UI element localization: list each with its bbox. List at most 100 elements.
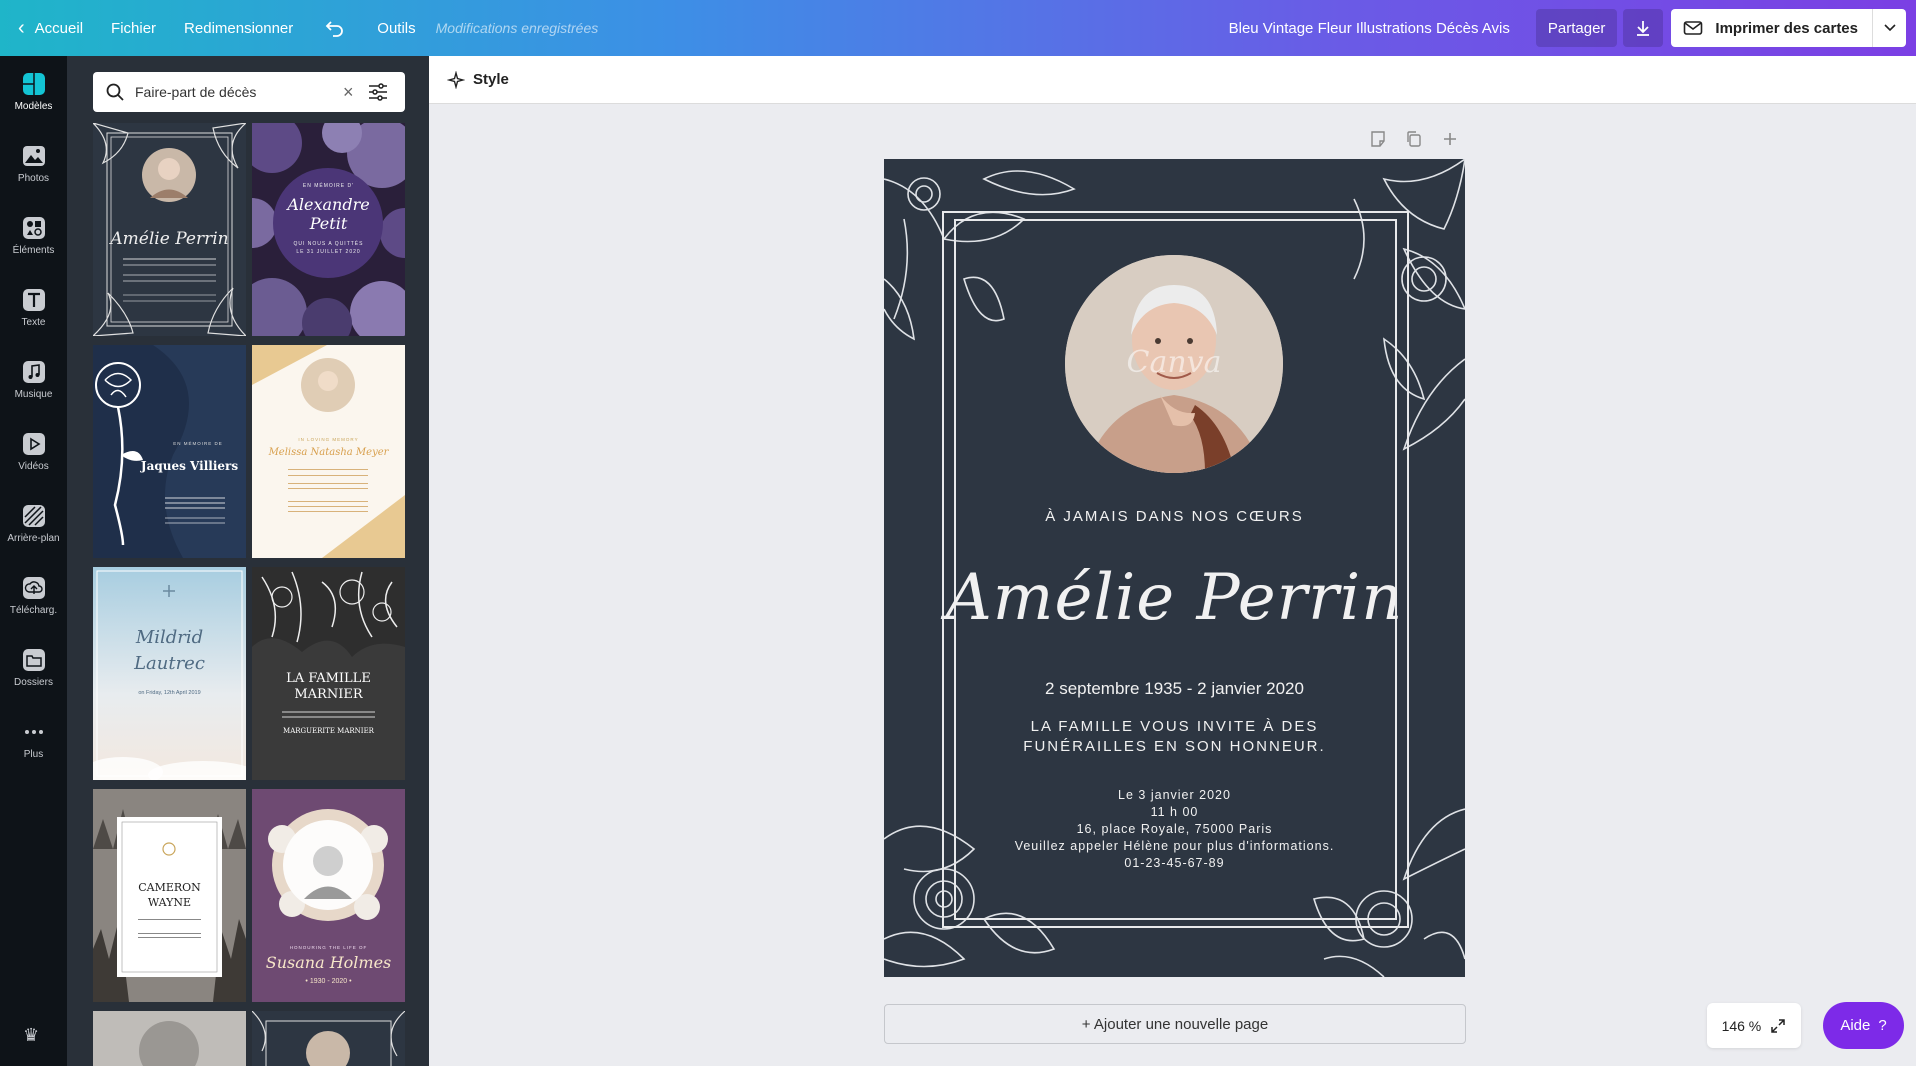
rail-label: Télécharg. <box>9 605 58 616</box>
design-page[interactable]: Canva À JAMAIS DANS NOS CŒURS Amélie Per… <box>884 159 1465 977</box>
detail-phone: 01-23-45-67-89 <box>1124 856 1225 870</box>
card-dates[interactable]: 2 septembre 1935 - 2 janvier 2020 <box>884 679 1465 699</box>
floral-border-icon <box>252 1011 405 1066</box>
detail-date: Le 3 janvier 2020 <box>1118 788 1231 802</box>
share-button[interactable]: Partager <box>1535 9 1618 47</box>
detail-contact: Veuillez appeler Hélène pour plus d'info… <box>1014 839 1335 853</box>
elements-icon <box>22 217 45 239</box>
print-dropdown-button[interactable] <box>1872 9 1906 47</box>
template-text-lines <box>93 605 246 607</box>
search-bar: × <box>93 72 405 112</box>
download-button[interactable] <box>1623 9 1664 47</box>
chevron-left-icon: ‹ <box>18 16 25 39</box>
print-cards-button[interactable]: Imprimer des cartes <box>1671 9 1906 47</box>
card-details[interactable]: Le 3 janvier 2020 11 h 00 16, place Roya… <box>884 787 1465 872</box>
print-cards-label: Imprimer des cartes <box>1715 19 1858 37</box>
rail-label: Éléments <box>12 245 55 256</box>
rail-item-templates[interactable]: Modèles <box>0 56 67 128</box>
rail-label: Texte <box>21 317 46 328</box>
template-thumbnail[interactable] <box>93 1011 246 1066</box>
template-caption: EN MÉMOIRE DE <box>173 441 223 446</box>
expand-icon[interactable] <box>1770 1018 1786 1034</box>
editor-area: Style Canva À JAMAIS DANS NOS CŒURS Amél… <box>429 56 1916 1066</box>
duplicate-page-icon[interactable] <box>1405 130 1423 148</box>
text-icon <box>22 289 45 311</box>
video-icon <box>22 433 45 455</box>
more-icon <box>24 730 43 734</box>
clear-search-icon[interactable]: × <box>343 82 354 103</box>
crown-icon[interactable]: ♛ <box>23 1025 39 1046</box>
watermark-text: Canva <box>1126 345 1222 380</box>
template-date: on Friday, 12th April 2019 <box>138 690 201 696</box>
rail-item-elements[interactable]: Éléments <box>0 200 67 272</box>
card-name[interactable]: Amélie Perrin <box>884 561 1465 635</box>
upload-icon <box>22 577 45 599</box>
rail-item-more[interactable]: Plus <box>0 704 67 776</box>
style-button[interactable]: Style <box>447 70 509 89</box>
print-cards-main[interactable]: Imprimer des cartes <box>1671 9 1872 47</box>
left-rail: Modèles Photos Éléments Texte Musique Vi… <box>0 56 67 1066</box>
search-input[interactable] <box>135 84 335 100</box>
template-title: Jaques Villiers <box>140 459 239 473</box>
template-thumbnail[interactable]: EN MÉMOIRE D' Alexandre Petit QUI NOUS A… <box>252 123 405 336</box>
portrait-photo <box>139 1021 199 1066</box>
template-title-2: MARNIER <box>294 687 363 702</box>
undo-button[interactable] <box>307 0 363 56</box>
zoom-control[interactable]: 146 % <box>1707 1003 1801 1048</box>
rail-item-folders[interactable]: Dossiers <box>0 632 67 704</box>
rail-label: Photos <box>17 173 50 184</box>
detail-address: 16, place Royale, 75000 Paris <box>1076 822 1273 836</box>
file-menu[interactable]: Fichier <box>97 0 170 56</box>
note-icon[interactable] <box>1369 130 1387 148</box>
help-button[interactable]: Aide ? <box>1823 1002 1904 1049</box>
rail-item-photos[interactable]: Photos <box>0 128 67 200</box>
style-label: Style <box>473 71 509 88</box>
chevron-down-icon <box>1883 24 1896 32</box>
rail-label: Vidéos <box>18 461 49 472</box>
music-icon <box>22 361 45 383</box>
home-button[interactable]: ‹ Accueil <box>0 0 97 56</box>
template-caption: IN LOVING MEMORY <box>298 437 359 442</box>
rail-item-text[interactable]: Texte <box>0 272 67 344</box>
template-thumbnail[interactable]: EN MÉMOIRE DE Jaques Villiers <box>93 345 246 558</box>
rail-item-background[interactable]: Arrière-plan <box>0 488 67 560</box>
template-text-lines <box>282 711 375 713</box>
template-title: Mildrid <box>135 627 204 648</box>
resize-menu[interactable]: Redimensionner <box>170 0 307 56</box>
home-label: Accueil <box>34 19 84 37</box>
download-icon <box>1637 21 1650 36</box>
page-tools <box>1369 130 1459 148</box>
rail-label: Dossiers <box>14 677 53 688</box>
portrait-photo[interactable]: Canva <box>1065 255 1283 473</box>
template-thumbnail[interactable]: CAMERON WAYNE <box>93 789 246 1002</box>
save-status: Modifications enregistrées <box>435 20 599 36</box>
rail-item-uploads[interactable]: Télécharg. <box>0 560 67 632</box>
add-page-button[interactable]: + Ajouter une nouvelle page <box>884 1004 1466 1044</box>
template-subtitle: QUI NOUS A QUITTÉS <box>293 241 364 247</box>
template-title: LA FAMILLE <box>286 671 371 686</box>
template-title: Susana Holmes <box>265 953 392 972</box>
template-thumbnail[interactable]: IN LOVING MEMORY Melissa Natasha Meyer <box>252 345 405 558</box>
template-thumbnail[interactable]: HONOURING THE LIFE OF Susana Holmes • 19… <box>252 789 405 1002</box>
rail-item-music[interactable]: Musique <box>0 344 67 416</box>
add-page-icon[interactable] <box>1441 130 1459 148</box>
templates-icon <box>22 73 45 95</box>
tools-menu[interactable]: Outils <box>363 0 429 56</box>
folder-icon <box>22 649 45 671</box>
template-thumbnail[interactable]: Amélie Perrin <box>93 123 246 336</box>
template-thumbnail[interactable] <box>252 1011 405 1066</box>
filter-icon[interactable] <box>368 83 388 101</box>
template-date: LE 31 JUILLET 2020 <box>296 249 361 255</box>
document-title[interactable]: Bleu Vintage Fleur Illustrations Décès A… <box>1229 20 1510 37</box>
card-invite[interactable]: LA FAMILLE VOUS INVITE À DES FUNÉRAILLES… <box>884 717 1465 757</box>
rail-label: Plus <box>23 749 44 760</box>
template-text-lines <box>138 919 201 920</box>
template-thumbnail[interactable]: Mildrid Lautrec on Friday, 12th April 20… <box>93 567 246 780</box>
card-caption[interactable]: À JAMAIS DANS NOS CŒURS <box>884 508 1465 525</box>
template-thumbnail[interactable]: LA FAMILLE MARNIER MARGUERITE MARNIER <box>252 567 405 780</box>
zoom-level[interactable]: 146 % <box>1722 1018 1762 1034</box>
question-icon: ? <box>1878 1017 1887 1034</box>
rail-item-videos[interactable]: Vidéos <box>0 416 67 488</box>
template-title: Alexandre <box>287 195 370 214</box>
template-title-2: Petit <box>309 214 348 233</box>
